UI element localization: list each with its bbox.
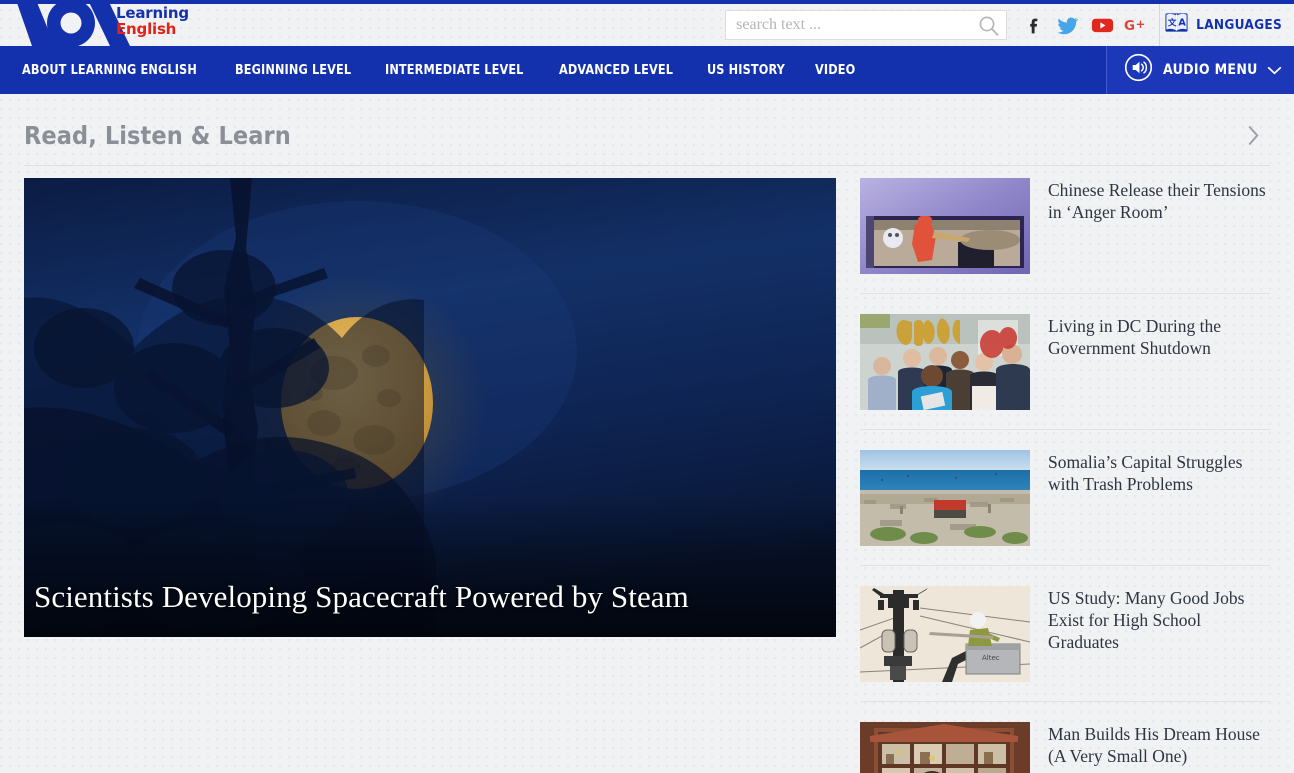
chevron-right-icon[interactable]: [1238, 121, 1268, 151]
list-item[interactable]: VOA Man Builds His Dream House (A Very S…: [860, 702, 1270, 773]
twitter-icon[interactable]: [1051, 4, 1085, 46]
article-title: Living in DC During the Government Shutd…: [1048, 316, 1222, 359]
article-thumbnail: VOA: [860, 722, 1030, 773]
voa-logo-icon: [16, 0, 130, 46]
page-title: Read, Listen & Learn: [24, 121, 291, 150]
search-box[interactable]: [725, 10, 1008, 40]
hero-title: Scientists Developing Spacecraft Powered…: [34, 579, 689, 615]
svg-text:G: G: [1124, 18, 1135, 33]
list-item[interactable]: Chinese Release their Tensions in ‘Anger…: [860, 178, 1270, 294]
search-input[interactable]: [736, 11, 977, 39]
article-thumbnail: [860, 450, 1030, 546]
logo-line-english: English: [116, 20, 177, 39]
youtube-icon[interactable]: [1085, 4, 1119, 46]
article-title: Man Builds His Dream House (A Very Small…: [1048, 724, 1260, 767]
list-item[interactable]: Altec US Study: Many Good Jobs Exist for…: [860, 566, 1270, 702]
languages-icon: 文 A: [1164, 10, 1189, 40]
article-list: Chinese Release their Tensions in ‘Anger…: [860, 178, 1270, 773]
article-title: Chinese Release their Tensions in ‘Anger…: [1048, 180, 1266, 223]
languages-label: LANGUAGES: [1196, 17, 1282, 33]
article-thumbnail: [860, 178, 1030, 274]
facebook-icon[interactable]: [1017, 4, 1051, 46]
article-title: Somalia’s Capital Struggles with Trash P…: [1048, 452, 1243, 495]
nav-item-beginning-level[interactable]: BEGINNING LEVEL: [235, 62, 351, 78]
audio-menu-label: AUDIO MENU: [1163, 62, 1258, 78]
logo-line-learning: Learning: [116, 4, 189, 22]
list-item[interactable]: Somalia’s Capital Struggles with Trash P…: [860, 430, 1270, 566]
google-plus-icon[interactable]: G +: [1119, 4, 1153, 46]
hero-article[interactable]: Scientists Developing Spacecraft Powered…: [24, 178, 836, 637]
svg-text:+: +: [1135, 17, 1145, 31]
nav-item-intermediate-level[interactable]: INTERMEDIATE LEVEL: [385, 62, 524, 78]
main-content: Scientists Developing Spacecraft Powered…: [0, 154, 1294, 773]
svg-text:文: 文: [1167, 16, 1177, 28]
divider: [1159, 4, 1161, 46]
svg-text:Altec: Altec: [982, 654, 1000, 662]
nav-item-us-history[interactable]: US HISTORY: [707, 62, 785, 78]
hero-image: [24, 178, 836, 637]
site-logo[interactable]: Learning English: [0, 0, 330, 46]
section-header: Read, Listen & Learn: [24, 106, 1270, 166]
article-thumbnail: [860, 314, 1030, 410]
list-item[interactable]: Living in DC During the Government Shutd…: [860, 294, 1270, 430]
languages-button[interactable]: 文 A LANGUAGES: [1164, 4, 1294, 46]
speaker-icon: [1124, 53, 1153, 87]
top-bar: Learning English search text ... G + 文 A…: [0, 0, 1294, 46]
social-links: G +: [1007, 4, 1153, 46]
main-navigation: ABOUT LEARNING ENGLISH BEGINNING LEVEL I…: [0, 46, 1294, 94]
logo-wordmark: Learning English: [116, 4, 189, 39]
article-thumbnail: Altec: [860, 586, 1030, 682]
nav-items: ABOUT LEARNING ENGLISH BEGINNING LEVEL I…: [0, 46, 859, 94]
top-bar-right: G + 文 A LANGUAGES: [725, 4, 1294, 46]
nav-item-advanced-level[interactable]: ADVANCED LEVEL: [559, 62, 673, 78]
nav-item-video[interactable]: VIDEO: [815, 62, 855, 78]
audio-menu-button[interactable]: AUDIO MENU: [1106, 46, 1294, 94]
nav-item-about-learning-english[interactable]: ABOUT LEARNING ENGLISH: [22, 62, 197, 78]
chevron-down-icon: [1267, 66, 1282, 75]
search-icon[interactable]: [978, 15, 1000, 37]
article-title: US Study: Many Good Jobs Exist for High …: [1048, 588, 1245, 653]
svg-text:A: A: [1179, 17, 1187, 28]
